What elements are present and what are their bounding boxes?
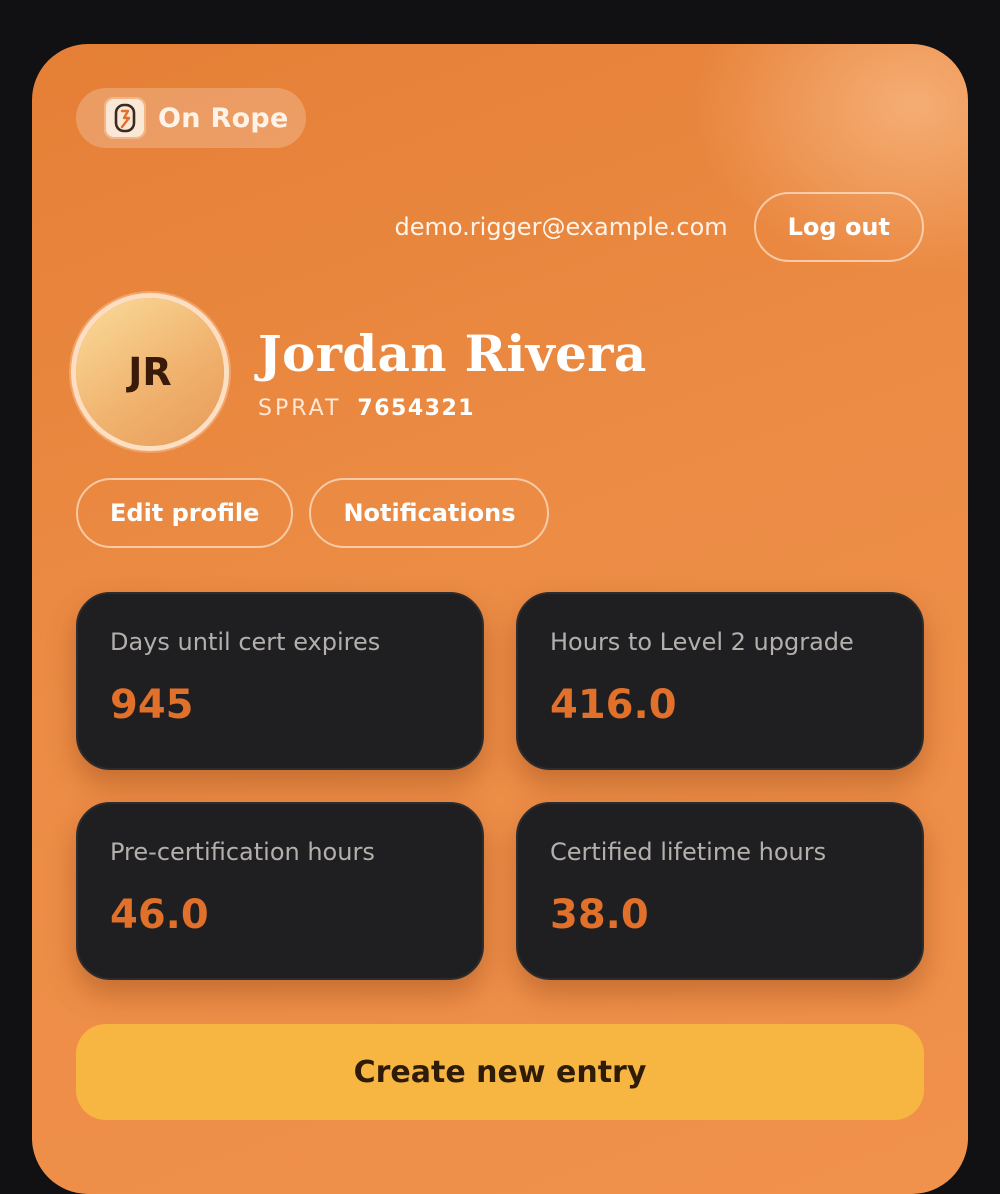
create-entry-button[interactable]: Create new entry [76, 1024, 924, 1120]
stat-label: Days until cert expires [110, 628, 381, 656]
stat-label: Certified lifetime hours [550, 838, 827, 866]
sprat-id: SPRAT 7654321 [258, 396, 475, 421]
notifications-button[interactable]: Notifications [309, 478, 550, 548]
profile-card: On Rope demo.rigger@example.com Log out … [32, 44, 968, 1194]
stat-value: 38.0 [550, 892, 649, 938]
stat-card-cert-expiry: Days until cert expires 945 [76, 592, 484, 770]
sprat-number: 7654321 [357, 396, 476, 421]
stat-card-lifetime-hours: Certified lifetime hours 38.0 [516, 802, 924, 980]
sprat-label: SPRAT [258, 396, 342, 421]
avatar-initials: JR [128, 350, 172, 394]
stat-label: Hours to Level 2 upgrade [550, 628, 854, 656]
avatar: JR [76, 298, 224, 446]
stat-value: 46.0 [110, 892, 209, 938]
carabiner-icon [104, 97, 146, 139]
account-row: demo.rigger@example.com Log out [395, 192, 924, 262]
stat-card-precert-hours: Pre-certification hours 46.0 [76, 802, 484, 980]
brand-badge[interactable]: On Rope [76, 88, 306, 148]
stat-card-level2-hours: Hours to Level 2 upgrade 416.0 [516, 592, 924, 770]
brand-name: On Rope [158, 102, 289, 134]
edit-profile-button[interactable]: Edit profile [76, 478, 294, 548]
logout-button[interactable]: Log out [753, 192, 924, 262]
stat-value: 416.0 [550, 682, 677, 728]
user-email: demo.rigger@example.com [394, 213, 728, 241]
stat-value: 945 [110, 682, 194, 728]
profile-name: Jordan Rivera [258, 324, 647, 383]
profile-actions: Edit profile Notifications [76, 478, 550, 548]
stat-label: Pre-certification hours [110, 838, 375, 866]
